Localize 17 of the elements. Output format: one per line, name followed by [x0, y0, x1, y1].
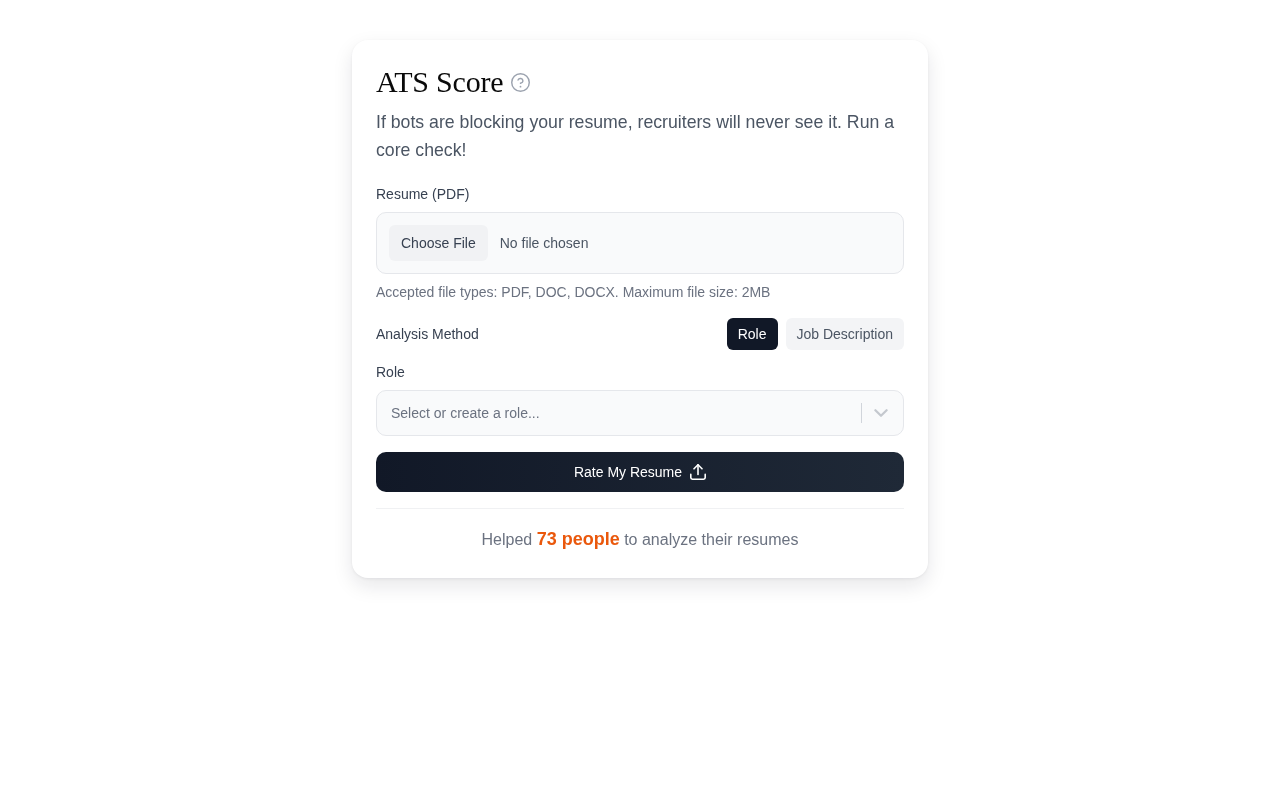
upload-icon	[690, 464, 707, 480]
method-toggle[interactable]: Role	[726, 318, 778, 350]
method-toggle[interactable]: Job Description	[785, 318, 904, 350]
role-label: Role	[376, 363, 406, 382]
file-upload-field[interactable]: Choose File No file chosen	[376, 212, 904, 274]
resume-label: Resume (PDF)	[376, 185, 471, 204]
card-title: ATS Score	[376, 64, 504, 100]
description-text: If bots are blocking your resume, recruiters will never see it. Run a core check!	[376, 111, 896, 162]
choose-file-button[interactable]: Choose File	[389, 225, 488, 261]
chevron-down-icon[interactable]	[874, 406, 888, 420]
role-select-field[interactable]: Select or create a role...	[376, 390, 904, 436]
rate-resume-button[interactable]: Rate My Resume	[376, 452, 904, 492]
file-status-text: No file chosen	[499, 235, 589, 251]
analysis-method-label: Analysis Method	[376, 325, 479, 344]
helped-count-text: Helped 73 people to analyze their resumes	[480, 528, 800, 551]
file-hint-text: Accepted file types: PDF, DOC, DOCX. Maximum file size: 2MB	[376, 283, 772, 302]
help-icon[interactable]	[511, 72, 531, 92]
